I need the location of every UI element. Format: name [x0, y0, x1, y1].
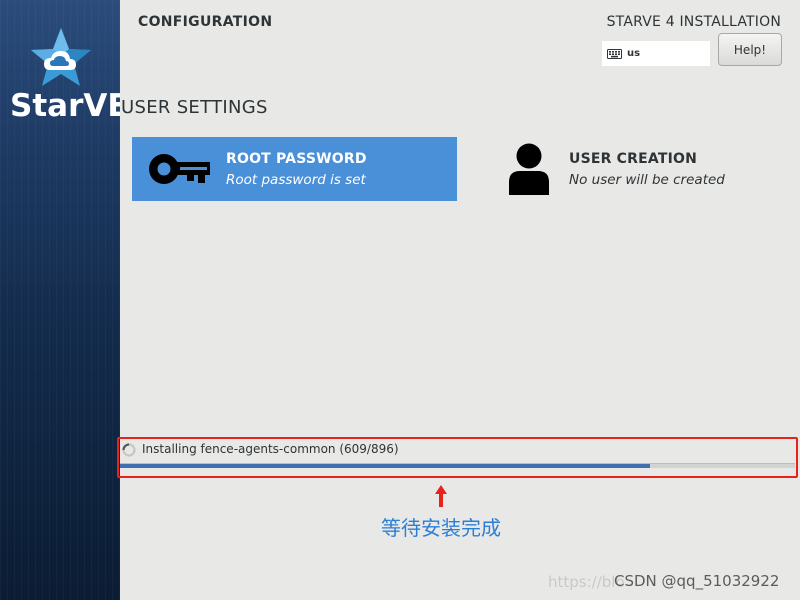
section-title-user-settings: USER SETTINGS — [121, 97, 268, 118]
user-creation-spoke[interactable]: USER CREATION No user will be created — [488, 137, 788, 201]
brand-name: StarVE — [10, 88, 120, 124]
star-cloud-logo-icon — [31, 28, 91, 86]
up-arrow-icon — [435, 485, 447, 507]
key-icon — [132, 137, 226, 201]
keyboard-layout-indicator[interactable]: us — [602, 41, 710, 66]
annotation-text: 等待安装完成 — [381, 516, 501, 540]
user-icon — [488, 137, 569, 201]
keyboard-icon — [607, 48, 622, 59]
root-password-spoke[interactable]: ROOT PASSWORD Root password is set — [132, 137, 457, 201]
root-password-status: Root password is set — [226, 171, 366, 188]
watermark: CSDN @qq_51032922 — [614, 572, 780, 590]
page-title: CONFIGURATION — [138, 14, 273, 30]
annotation-highlight-box — [117, 437, 798, 478]
user-creation-status: No user will be created — [569, 171, 725, 188]
user-creation-title: USER CREATION — [569, 150, 698, 167]
help-button[interactable]: Help! — [718, 33, 782, 66]
keyboard-layout-label: us — [627, 48, 641, 59]
installation-title: STARVE 4 INSTALLATION — [606, 14, 781, 30]
root-password-title: ROOT PASSWORD — [226, 150, 367, 167]
sidebar: StarVE — [0, 0, 120, 600]
